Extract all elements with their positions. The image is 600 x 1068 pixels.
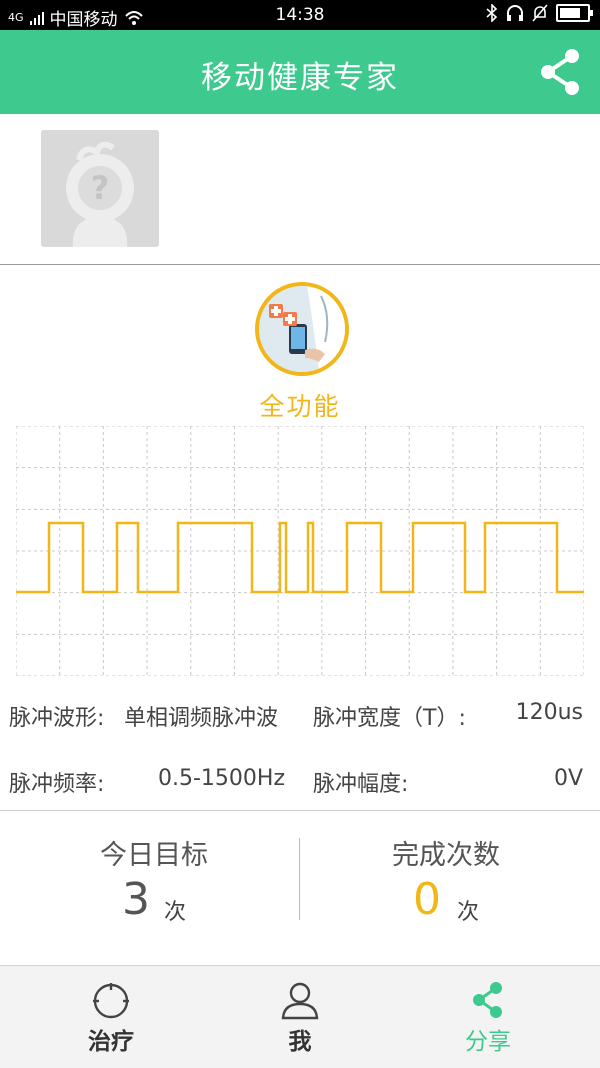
waveform-label: 脉冲波形: xyxy=(9,706,105,731)
bottom-tab-bar: 治疗 我 分享 xyxy=(0,965,600,1068)
pulse-waveform xyxy=(16,426,584,676)
silent-bell-icon xyxy=(532,4,548,22)
frequency-label: 脉冲频率: xyxy=(9,772,105,797)
goal-value: 3 xyxy=(122,874,150,925)
therapy-icon xyxy=(93,983,129,1019)
battery-icon xyxy=(556,4,593,22)
doctor-phone-icon[interactable] xyxy=(255,282,349,376)
done-label: 完成次数 xyxy=(392,840,500,871)
pulse-width-value: 120us xyxy=(515,700,583,725)
amplitude-value: 0V xyxy=(553,766,583,791)
pulse-trace xyxy=(16,521,584,594)
share-icon[interactable] xyxy=(538,46,582,98)
goal-label: 今日目标 xyxy=(100,840,208,871)
unknown-user-avatar-icon: ? xyxy=(66,141,134,247)
section-divider xyxy=(0,264,600,265)
share-icon xyxy=(473,982,502,1018)
mode-illustration xyxy=(259,286,345,372)
tab-share-label: 分享 xyxy=(465,1029,511,1055)
app-bar: 移动健康专家 xyxy=(0,30,600,114)
status-bar: 4G 中国移动 14:38 xyxy=(0,0,600,30)
pulse-width-label: 脉冲宽度（T）: xyxy=(313,706,466,731)
tab-me[interactable]: 我 xyxy=(200,966,400,1068)
mode-label: 全功能 xyxy=(259,392,341,421)
status-right xyxy=(486,4,593,22)
waveform-value: 单相调频脉冲波 xyxy=(124,706,279,731)
frequency-value: 0.5-1500Hz xyxy=(158,766,286,791)
tab-therapy-label: 治疗 xyxy=(88,1029,134,1055)
done-value: 0 xyxy=(413,874,441,925)
user-icon xyxy=(281,982,319,1020)
goal-unit: 次 xyxy=(164,900,187,925)
tab-therapy[interactable]: 治疗 xyxy=(11,966,211,1068)
avatar[interactable]: ? xyxy=(41,130,159,247)
profile-section: ? xyxy=(0,114,600,264)
svg-text:?: ? xyxy=(91,169,110,207)
stats-divider xyxy=(0,810,600,811)
done-unit: 次 xyxy=(457,900,480,925)
bluetooth-icon xyxy=(486,4,498,22)
app-title: 移动健康专家 xyxy=(201,60,399,96)
headset-icon xyxy=(507,5,523,21)
tab-share[interactable]: 分享 xyxy=(388,966,588,1068)
amplitude-label: 脉冲幅度: xyxy=(313,772,409,797)
tab-me-label: 我 xyxy=(288,1029,312,1055)
